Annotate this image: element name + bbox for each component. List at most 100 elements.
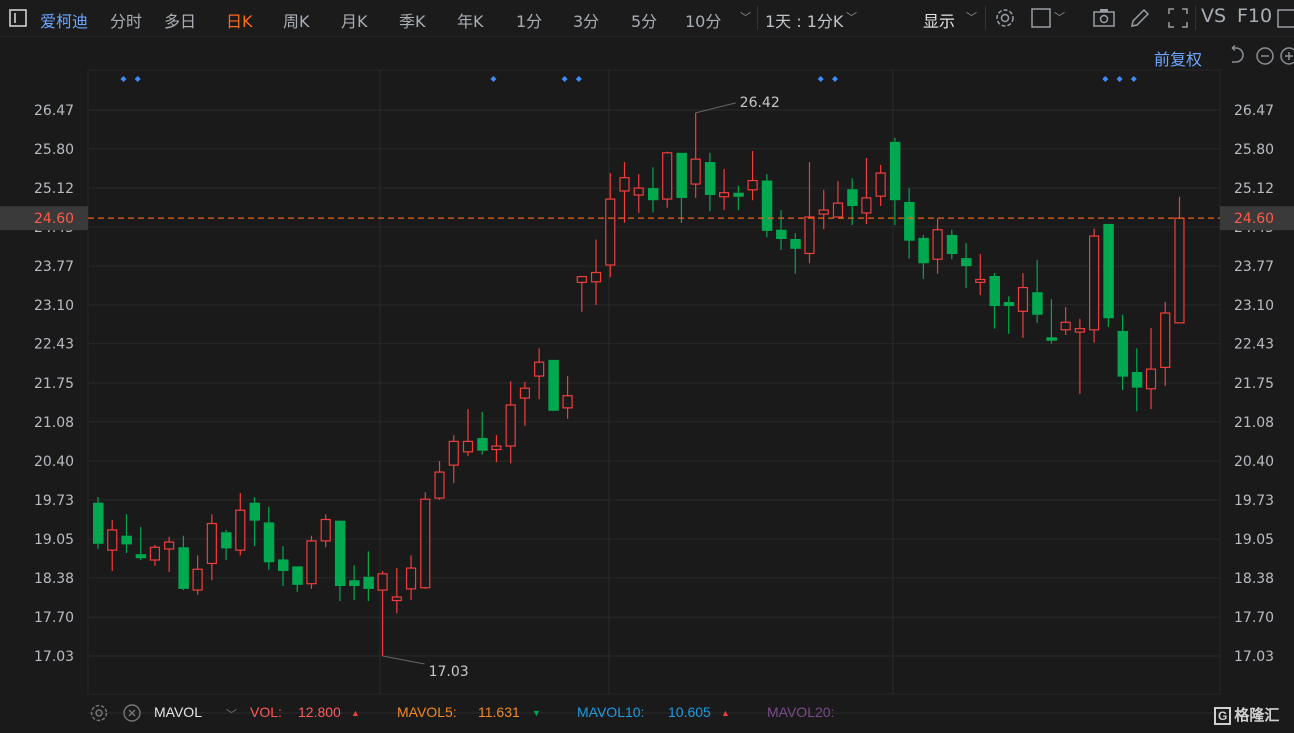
down-triangle-icon: ▼ [532, 708, 541, 718]
candle-body [1174, 217, 1185, 324]
mavol5-label: MAVOL5: [397, 704, 457, 720]
candle-body [904, 201, 915, 241]
candle-body [548, 359, 559, 411]
candle-body [491, 445, 502, 451]
up-triangle-icon: ▲ [351, 708, 360, 718]
candle-body [946, 234, 958, 255]
candle-body [306, 540, 317, 585]
candle-body [1117, 330, 1129, 377]
candle-body [1160, 312, 1171, 368]
y-tick-label-right: 18.38 [1234, 571, 1274, 587]
candle-body [776, 229, 787, 239]
candle-body [164, 541, 175, 550]
candle-body [918, 237, 929, 264]
candle-body [377, 573, 388, 591]
candle-body [590, 271, 602, 283]
y-tick-label-right: 21.08 [1234, 415, 1274, 431]
indicator-chevron-icon[interactable]: ﹀ [226, 706, 237, 722]
y-tick-label-left: 17.70 [34, 610, 74, 626]
candle-body [292, 566, 303, 585]
candle [93, 496, 104, 549]
candle-body [989, 275, 1000, 307]
candle-body [1046, 337, 1057, 341]
candle-body [1032, 292, 1043, 315]
candle-body [363, 576, 374, 589]
candle-body [1060, 321, 1071, 331]
vol-value: 12.800 [298, 704, 341, 720]
vol-label: VOL: [250, 704, 282, 720]
candle-body [263, 522, 275, 563]
candle [1103, 223, 1114, 327]
candle-body [1103, 223, 1114, 319]
candle-body [320, 518, 331, 542]
up-triangle-icon: ▲ [721, 708, 730, 718]
candle-body [519, 387, 531, 399]
indicator-bar: MAVOL ﹀ VOL: 12.800 ▲ MAVOL5: 11.631 ▼ M… [0, 697, 1294, 733]
indicator-close-icon[interactable] [122, 703, 142, 723]
candle-body [747, 179, 758, 191]
candle-body [206, 522, 217, 565]
y-tick-label-right: 22.43 [1234, 337, 1274, 353]
candle-body [149, 546, 161, 561]
y-tick-label-left: 26.47 [34, 103, 74, 119]
candle-body [832, 202, 844, 218]
candle-body [975, 278, 986, 283]
y-tick-label-right: 25.12 [1234, 181, 1274, 197]
candle-body [847, 189, 858, 207]
min-price-label: 17.03 [429, 664, 469, 680]
candle-body [647, 188, 659, 201]
candle-body [932, 229, 943, 260]
mavol20-label: MAVOL20: [767, 704, 835, 720]
mavol5-value: 11.631 [478, 704, 520, 720]
candle [761, 174, 773, 238]
candle-body [334, 520, 346, 587]
y-tick-label-left: 20.40 [34, 454, 74, 470]
candle-body [1074, 328, 1085, 333]
indicator-select[interactable]: MAVOL [154, 704, 202, 720]
candle [548, 359, 559, 412]
last-price-label-right: 24.60 [1234, 211, 1274, 227]
y-tick-label-left: 23.77 [34, 259, 74, 275]
candle-body [804, 216, 815, 255]
candle-body [619, 177, 630, 192]
candle-body [562, 395, 573, 409]
mavol10-value: 10.605 [668, 704, 711, 720]
grid: 26.4726.4725.8025.8025.1225.1224.4524.45… [34, 69, 1274, 695]
candle-body [249, 502, 261, 521]
candle-body [178, 547, 189, 589]
candle-body [761, 180, 773, 231]
indicator-settings-gear-icon[interactable] [89, 703, 109, 723]
max-price-label: 26.42 [740, 95, 780, 111]
plot-area [87, 69, 1221, 695]
candle-body [875, 172, 886, 197]
y-tick-label-left: 23.10 [34, 298, 74, 314]
mavol10-label: MAVOL10: [577, 704, 645, 720]
candle [306, 535, 317, 589]
y-tick-label-right: 20.40 [1234, 454, 1274, 470]
y-tick-label-left: 19.73 [34, 493, 74, 509]
y-tick-label-right: 21.75 [1234, 376, 1274, 392]
y-tick-label-left: 25.12 [34, 181, 74, 197]
y-tick-label-right: 23.77 [1234, 259, 1274, 275]
candle-body [349, 580, 360, 587]
y-tick-label-right: 19.73 [1234, 493, 1274, 509]
candle-body [93, 502, 104, 544]
candle-body [605, 198, 616, 266]
candle-body [277, 559, 289, 571]
y-tick-label-right: 17.70 [1234, 610, 1274, 626]
candle-body [221, 532, 232, 549]
candle-body [704, 162, 716, 196]
y-tick-label-left: 21.08 [34, 415, 74, 431]
candle [1088, 228, 1100, 343]
candle-body [719, 192, 730, 198]
candle-body [662, 152, 673, 200]
candle-body [448, 440, 459, 466]
y-tick-label-left: 17.03 [34, 649, 74, 665]
candle-body [733, 192, 744, 197]
candle-body [790, 238, 801, 249]
candlestick-chart[interactable]: 26.4726.4725.8025.8025.1225.1224.4524.45… [0, 0, 1294, 733]
candle-body [861, 197, 872, 214]
candle-body [1003, 302, 1015, 307]
y-tick-label-right: 19.05 [1234, 532, 1274, 548]
y-tick-label-left: 21.75 [34, 376, 74, 392]
